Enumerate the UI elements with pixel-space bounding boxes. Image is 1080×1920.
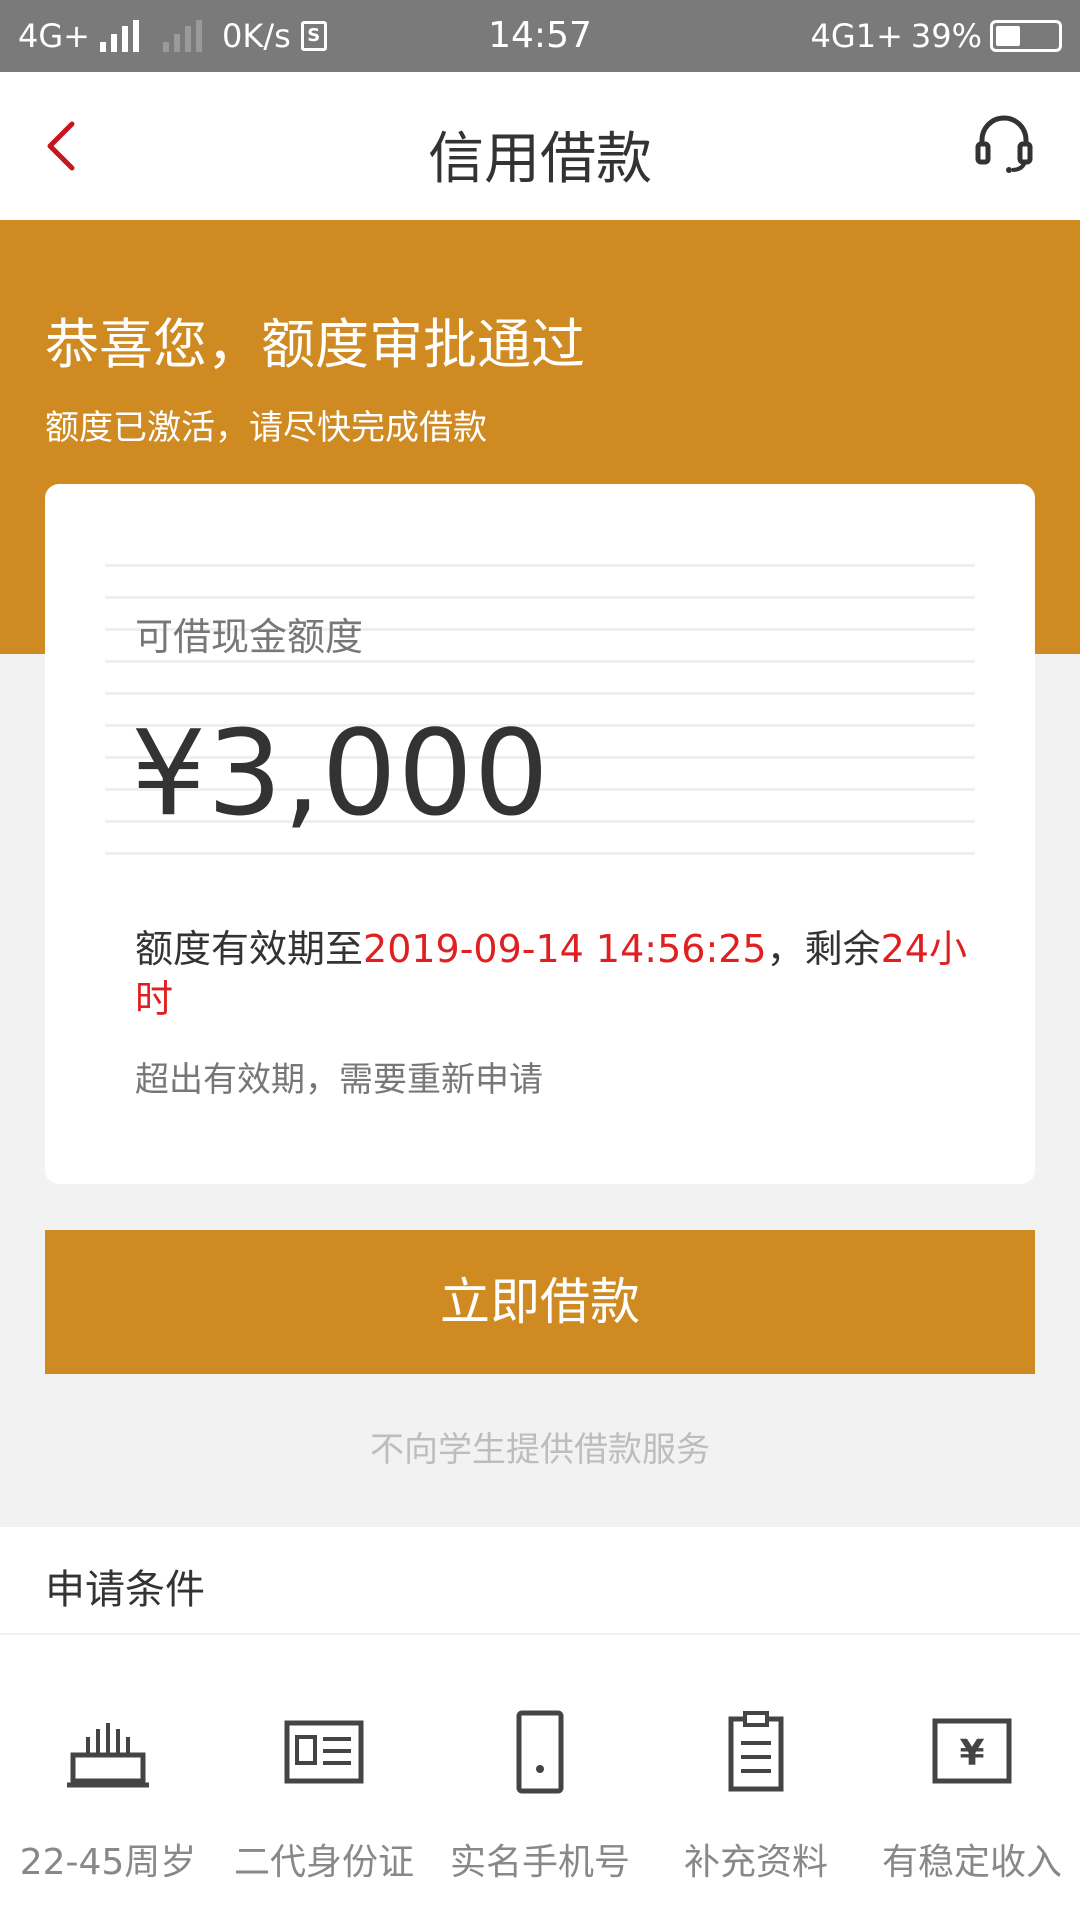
status-bar: 4G+ 0K/s S 14:57 4G1+ 39%	[0, 0, 1080, 72]
condition-item-age: 22-45周岁	[0, 1707, 216, 1885]
validity-date: 2019-09-14 14:56:25	[363, 927, 767, 971]
income-icon: ¥	[932, 1718, 1012, 1784]
svg-text:¥: ¥	[959, 1733, 984, 1774]
network-type-right: 4G1+	[810, 17, 903, 55]
phone-icon	[516, 1710, 564, 1794]
amount-label: 可借现金额度	[135, 615, 364, 659]
validity-text: 额度有效期至2019-09-14 14:56:25，剩余24小时	[135, 924, 995, 1024]
clipboard-icon	[728, 1711, 784, 1792]
condition-item-id-card: 二代身份证	[216, 1707, 432, 1885]
condition-label: 有稳定收入	[881, 1842, 1062, 1883]
conditions-title: 申请条件	[45, 1567, 205, 1613]
conditions-panel: 申请条件 22-45周岁 二代身份证 实名手机号 补充资料 ¥ 有稳定收入	[0, 1527, 1080, 1920]
nav-bar: 信用借款	[0, 72, 1080, 220]
validity-note: 超出有效期，需要重新申请	[135, 1060, 543, 1100]
battery-icon	[990, 20, 1062, 52]
credit-amount: ¥3,000	[131, 704, 550, 842]
credit-card: 可借现金额度 ¥3,000 额度有效期至2019-09-14 14:56:25，…	[45, 484, 1035, 1184]
condition-label: 实名手机号	[449, 1842, 630, 1883]
id-card-icon	[284, 1720, 364, 1784]
condition-label: 二代身份证	[233, 1842, 414, 1883]
cake-icon	[67, 1723, 149, 1788]
headset-icon	[975, 115, 1033, 173]
condition-label: 22-45周岁	[19, 1842, 197, 1883]
approval-title: 恭喜您，额度审批通过	[45, 313, 585, 376]
borrow-now-button[interactable]: 立即借款	[45, 1230, 1035, 1374]
customer-service-button[interactable]	[972, 112, 1036, 176]
page-title: 信用借款	[428, 127, 652, 192]
validity-prefix: 额度有效期至	[135, 927, 364, 971]
condition-label: 补充资料	[683, 1842, 828, 1883]
condition-item-income: ¥ 有稳定收入	[864, 1707, 1080, 1885]
student-disclaimer: 不向学生提供借款服务	[370, 1430, 710, 1470]
approval-subtitle: 额度已激活，请尽快完成借款	[45, 408, 487, 448]
divider	[0, 1633, 1080, 1635]
battery-percent: 39%	[910, 17, 982, 55]
condition-item-documents: 补充资料	[648, 1707, 864, 1885]
validity-mid: ，剩余	[766, 927, 881, 971]
condition-item-phone: 实名手机号	[432, 1707, 648, 1885]
